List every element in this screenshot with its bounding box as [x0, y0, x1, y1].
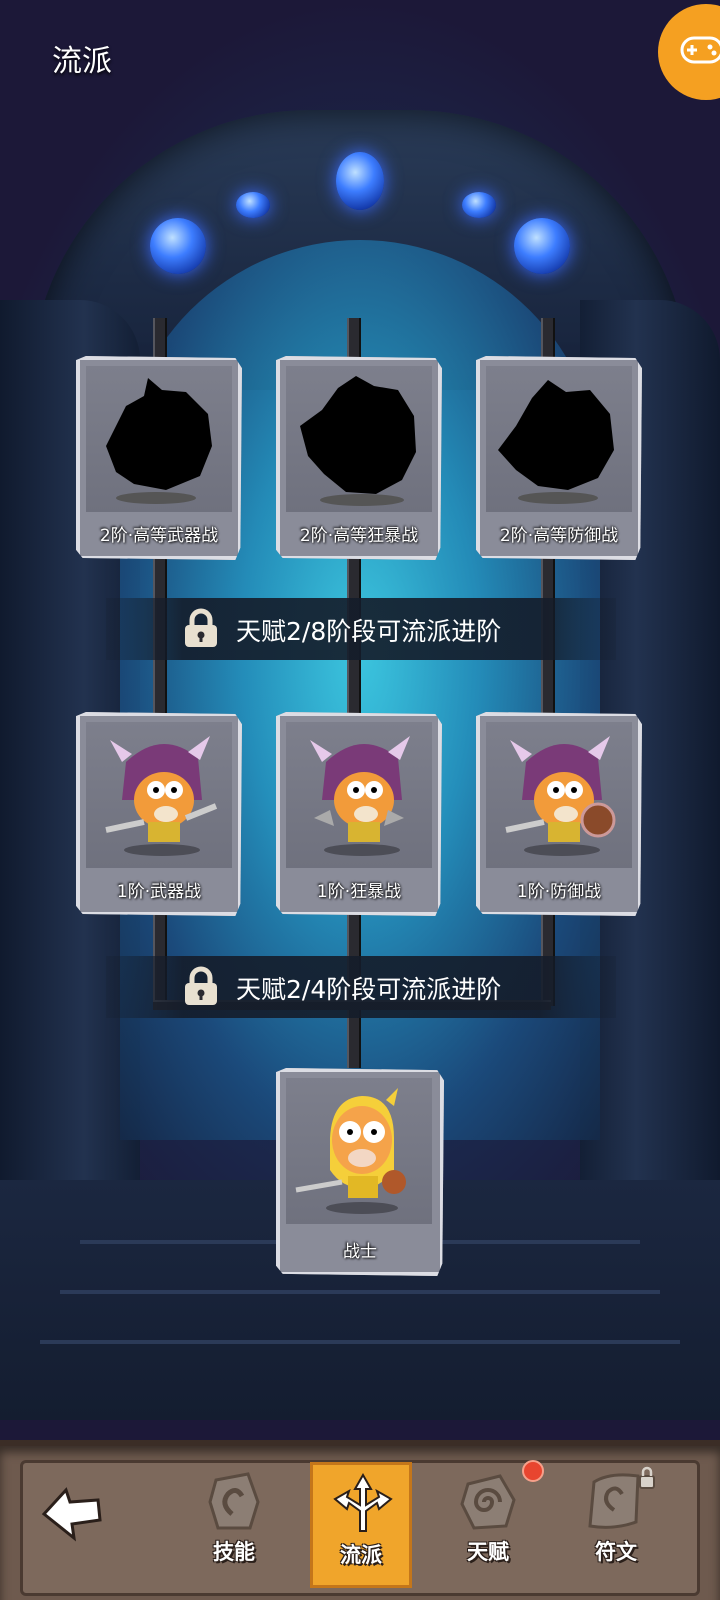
notification-badge — [522, 1460, 544, 1482]
back-button[interactable] — [36, 1478, 106, 1548]
lock-icon — [185, 608, 217, 647]
silhouette-icon — [498, 380, 614, 504]
warrior-portrait — [286, 722, 432, 868]
school-card-defense[interactable]: 1阶·防御战 — [476, 712, 642, 916]
horned-warrior-icon — [105, 736, 218, 856]
gem-decoration — [150, 218, 206, 274]
locked-silhouette — [286, 366, 432, 512]
school-card-tier2-berserk[interactable]: 2阶·高等狂暴战 — [276, 356, 442, 560]
locked-silhouette — [486, 366, 632, 512]
tab-skills[interactable]: 技能 — [184, 1462, 284, 1582]
base-class-card[interactable]: 战士 — [276, 1068, 444, 1276]
stage-step — [60, 1290, 660, 1294]
base-class-label: 战士 — [343, 1242, 377, 1262]
school-card-label: 1阶·防御战 — [516, 882, 602, 902]
talent-icon — [460, 1474, 516, 1530]
page-title: 流派 — [52, 44, 112, 79]
school-card-label: 2阶·高等狂暴战 — [299, 526, 419, 546]
school-screen: 流派 2阶·高等武器战 2阶·高等狂暴战 2阶·高等防御战 天赋2/8阶段可流派… — [0, 0, 720, 1600]
tab-label: 技能 — [213, 1540, 255, 1564]
school-card-weapon[interactable]: 1阶·武器战 — [76, 712, 242, 916]
gem-decoration — [336, 152, 384, 210]
tab-rune[interactable]: 符文 — [566, 1462, 666, 1582]
school-card-tier2-defense[interactable]: 2阶·高等防御战 — [476, 356, 642, 560]
tab-label: 流派 — [340, 1543, 382, 1567]
silhouette-icon — [300, 376, 416, 506]
school-card-label: 2阶·高等武器战 — [99, 526, 219, 546]
gem-decoration — [236, 192, 270, 218]
tier2-lock-banner: 天赋2/8阶段可流派进阶 — [106, 598, 616, 660]
warrior-portrait — [486, 722, 632, 868]
tab-school[interactable]: 流派 — [310, 1462, 412, 1588]
warrior-portrait — [286, 1078, 432, 1224]
skill-icon — [208, 1472, 260, 1530]
tab-label: 天赋 — [467, 1540, 509, 1564]
warrior-icon — [295, 1088, 406, 1214]
tier1-lock-banner: 天赋2/4阶段可流派进阶 — [106, 956, 616, 1018]
school-card-berserk[interactable]: 1阶·狂暴战 — [276, 712, 442, 916]
game-controller-button[interactable] — [658, 4, 720, 100]
lock-icon — [185, 966, 217, 1005]
school-card-label: 2阶·高等防御战 — [499, 526, 619, 546]
back-arrow-icon — [41, 1487, 102, 1542]
silhouette-icon — [106, 378, 212, 504]
tier2-lock-text: 天赋2/8阶段可流派进阶 — [236, 617, 502, 646]
school-card-label: 1阶·狂暴战 — [316, 882, 402, 902]
gamepad-icon — [680, 36, 720, 64]
horned-warrior-icon — [310, 736, 410, 856]
stage-step — [40, 1340, 680, 1344]
rune-icon — [588, 1466, 655, 1529]
gem-decoration — [462, 192, 496, 218]
locked-silhouette — [86, 366, 232, 512]
gem-decoration — [514, 218, 570, 274]
school-card-label: 1阶·武器战 — [116, 882, 202, 902]
tab-talent[interactable]: 天赋 — [438, 1462, 538, 1582]
horned-warrior-icon — [505, 736, 616, 856]
school-icon — [333, 1472, 393, 1532]
warrior-portrait — [86, 722, 232, 868]
school-card-tier2-weapon[interactable]: 2阶·高等武器战 — [76, 356, 242, 560]
tier1-lock-text: 天赋2/4阶段可流派进阶 — [236, 975, 502, 1004]
tab-label: 符文 — [595, 1540, 637, 1564]
